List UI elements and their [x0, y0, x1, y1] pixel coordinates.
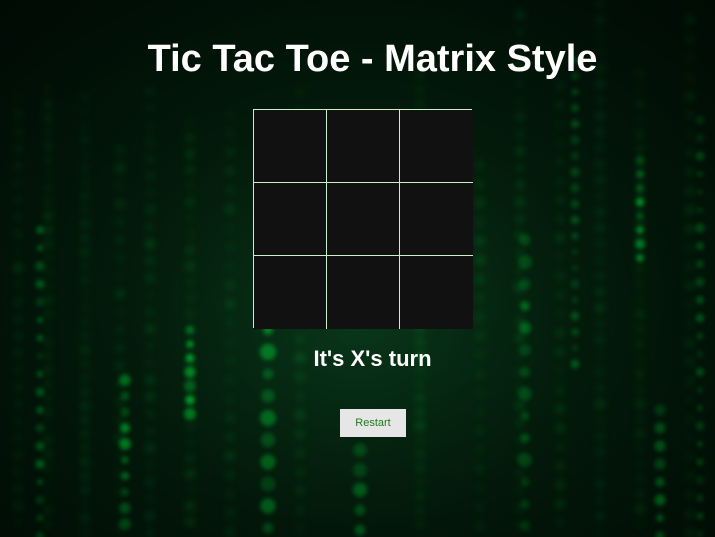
- restart-button[interactable]: Restart: [340, 409, 406, 437]
- board-cell-3[interactable]: [400, 110, 473, 183]
- board-cell-6[interactable]: [400, 183, 473, 256]
- board-cell-7[interactable]: [254, 256, 327, 329]
- page-title: Tic Tac Toe - Matrix Style: [147, 38, 598, 80]
- board-cell-1[interactable]: [254, 110, 327, 183]
- game-container: Tic Tac Toe - Matrix Style It's X's turn…: [0, 0, 715, 537]
- board-cell-2[interactable]: [327, 110, 400, 183]
- board-cell-9[interactable]: [400, 256, 473, 329]
- game-board: [253, 109, 473, 329]
- board-cell-4[interactable]: [254, 183, 327, 256]
- board-cell-5[interactable]: [327, 183, 400, 256]
- turn-status: It's X's turn: [313, 346, 432, 371]
- board-cell-8[interactable]: [327, 256, 400, 329]
